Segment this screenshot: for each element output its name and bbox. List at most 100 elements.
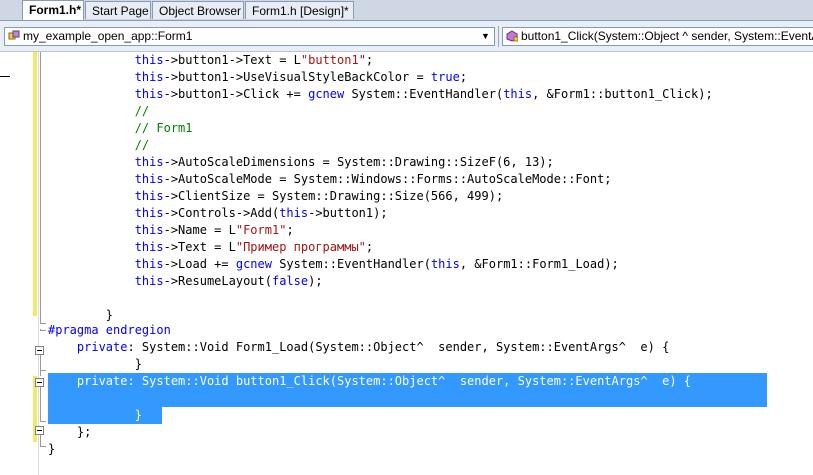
member-combo-value: button1_Click(System::Object ^ sender, S… (521, 29, 813, 43)
code-token: // (134, 138, 150, 152)
tab-label: Form1.h* (29, 3, 82, 17)
outline-tick (40, 330, 46, 331)
tab-label: Object Browser (159, 4, 242, 18)
code-token: : System::Void button1_Click(System::Obj… (127, 374, 692, 388)
tab-object-browser[interactable]: Object Browser (152, 1, 244, 19)
collapse-method-icon[interactable] (35, 378, 44, 387)
code-token: this (134, 155, 164, 169)
chevron-down-icon[interactable]: ▼ (479, 28, 492, 45)
code-line[interactable]: private: System::Void Form1_Load(System:… (48, 339, 669, 356)
code-token: ); (308, 274, 323, 288)
code-line[interactable]: #pragma endregion (48, 322, 171, 339)
outline-tick (40, 370, 46, 371)
code-token: ->ResumeLayout( (163, 274, 272, 288)
code-token: gcnew (308, 87, 345, 101)
code-line[interactable]: // Form1 (48, 120, 193, 137)
code-token: this (134, 87, 164, 101)
tab-label: Start Page (92, 4, 149, 18)
code-token: private (76, 340, 128, 354)
member-combo[interactable]: button1_Click(System::Object ^ sender, S… (502, 27, 813, 46)
code-token: ->button1->Click += (163, 87, 309, 101)
code-token: this (279, 206, 309, 220)
navigation-bar: my_example_open_app::Form1 ▼ button1_Cli… (0, 21, 813, 52)
code-line[interactable]: this->button1->Click += gcnew System::Ev… (48, 86, 713, 103)
code-token: ->Controls->Add( (163, 206, 280, 220)
code-token: } (134, 408, 142, 422)
code-token: } (105, 308, 114, 322)
code-token: ; (286, 223, 294, 237)
code-token: } (48, 442, 56, 456)
code-token: private (76, 374, 128, 388)
code-line[interactable]: this->Text = L"Пример программы"; (48, 239, 373, 256)
code-token: true (430, 70, 460, 84)
collapse-class-icon[interactable] (35, 426, 44, 435)
code-token: ->Text = L (163, 240, 236, 254)
code-token: : System::Void Form1_Load(System::Object… (127, 340, 670, 354)
code-token: System::EventHandler( (271, 257, 431, 271)
code-line[interactable]: this->button1->UseVisualStyleBackColor =… (48, 69, 467, 86)
code-token: this (134, 172, 164, 186)
code-token: false (271, 274, 309, 288)
code-line[interactable]: this->button1->Text = L"button1"; (48, 52, 373, 69)
code-token: , &Form1::button1_Click); (532, 87, 713, 101)
tab-form1-design[interactable]: Form1.h [Design]* (245, 1, 354, 19)
tab-form1-h[interactable]: Form1.h* (22, 0, 84, 20)
outline-line (40, 386, 41, 422)
code-token: "Пример программы" (235, 240, 366, 254)
code-line[interactable]: this->ClientSize = System::Drawing::Size… (48, 188, 503, 205)
code-line[interactable]: this->Load += gcnew System::EventHandler… (48, 256, 619, 273)
code-line[interactable]: this->AutoScaleDimensions = System::Draw… (48, 154, 554, 171)
tab-start-page[interactable]: Start Page (85, 1, 151, 19)
code-token: , &Form1::Form1_Load); (459, 257, 619, 271)
code-token: }; (76, 425, 92, 439)
code-line[interactable]: } (48, 356, 142, 373)
class-combo[interactable]: my_example_open_app::Form1 ▼ (4, 27, 495, 46)
outline-tick (40, 421, 46, 422)
code-token: this (134, 206, 164, 220)
change-bar (33, 52, 37, 316)
code-line[interactable]: // (48, 103, 149, 120)
code-token: ->button1->Text = L (163, 53, 301, 67)
selection-highlight (48, 390, 767, 407)
code-line[interactable]: }; (48, 424, 91, 441)
code-token: this (134, 274, 164, 288)
outline-line (40, 352, 41, 376)
code-token: ->AutoScaleDimensions = System::Drawing:… (163, 155, 554, 169)
code-line[interactable]: this->AutoScaleMode = System::Windows::F… (48, 171, 612, 188)
code-token: #pragma endregion (48, 323, 171, 337)
code-token: ->button1->UseVisualStyleBackColor = (163, 70, 431, 84)
code-token: ->ClientSize = System::Drawing::Size(566… (163, 189, 504, 203)
method-icon (506, 30, 518, 42)
code-line[interactable]: private: System::Void button1_Click(Syst… (48, 373, 691, 390)
code-token: ; (365, 53, 374, 67)
code-line[interactable]: this->ResumeLayout(false); (48, 273, 323, 290)
collapse-region-icon[interactable] (35, 346, 44, 355)
code-token: this (134, 189, 164, 203)
code-token: gcnew (235, 257, 272, 271)
code-line[interactable]: // (48, 137, 149, 154)
combo-separator (498, 26, 499, 47)
code-token: ->Name = L (163, 223, 236, 237)
code-editor[interactable]: this->button1->Text = L"button1"; this->… (0, 52, 813, 475)
code-token: this (134, 53, 164, 67)
code-token: "button1" (300, 53, 366, 67)
code-line[interactable]: } (48, 407, 142, 424)
code-token: this (430, 257, 460, 271)
code-line[interactable]: } (48, 441, 55, 458)
code-token: ->button1); (308, 206, 388, 220)
code-line[interactable]: this->Controls->Add(this->button1); (48, 205, 388, 222)
code-line[interactable]: this->Name = L"Form1"; (48, 222, 294, 239)
